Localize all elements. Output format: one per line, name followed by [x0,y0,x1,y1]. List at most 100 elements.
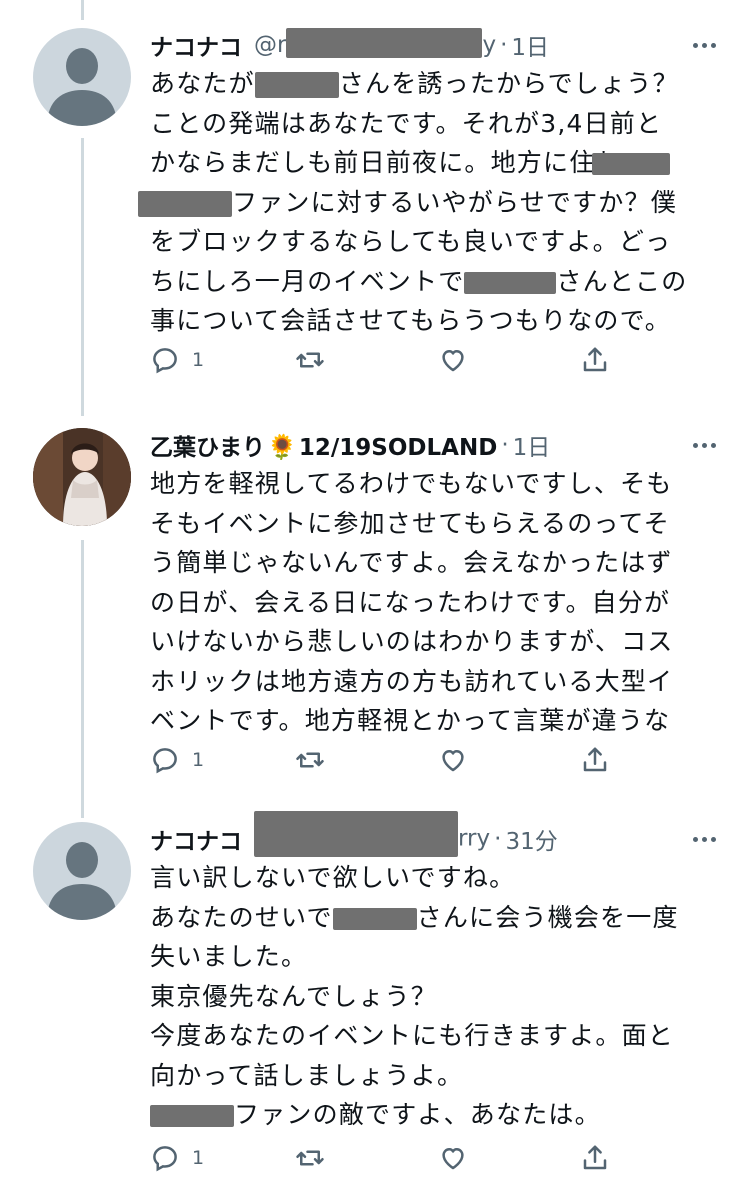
text-line: ちにしろ一月のイベントで さんとこの [150,262,720,302]
text-line: ことの発端はあなたです。それが3,4日前と [150,104,720,144]
text-line: 失いました。 [150,937,720,977]
separator-dot: · [500,32,508,58]
separator-dot: · [501,432,509,458]
action-bar: 1 [150,340,620,380]
retweet-icon [296,352,324,368]
username[interactable]: @r y [254,27,497,58]
text-segment: ファンの敵ですよ、あなたは。 [234,1100,601,1129]
tweet-header: ナコナコ rry · 31分 [150,811,716,857]
reply-count: 1 [192,749,205,771]
display-name[interactable]: 乙葉ひまり🌻12/19SODLAND [150,428,497,462]
reply-count: 1 [192,1147,205,1169]
heart-icon [442,750,464,772]
username[interactable]: rry [254,811,491,857]
redaction [254,72,339,98]
reply-count: 1 [192,349,205,371]
reply-button[interactable]: 1 [150,340,204,380]
retweet-icon [296,752,324,768]
heart-icon [442,350,464,372]
share-button[interactable] [580,740,610,780]
reply-button[interactable]: 1 [150,740,204,780]
retweet-button[interactable] [295,340,337,380]
text-line: の日が、会える日になったわけです。自分が [150,587,671,617]
text-line: 事について会話させてもらうつもりなので。 [150,301,720,341]
tweet[interactable]: 乙葉ひまり🌻12/19SODLAND · 1日 地方を軽視してるわけでもないです… [0,428,740,788]
like-button[interactable] [438,1138,480,1178]
text-line: 地方を軽視してるわけでもないですし、そも [150,469,673,498]
tweet-text: あなたが さんを誘ったからでしょう？ ことの発端はあなたです。それが3,4日前と … [138,64,720,341]
text-segment: 事について会話させてもらうつもりなので。 [150,306,672,335]
text-segment: あなたが [150,69,255,98]
text-line: あなたが さんを誘ったからでしょう？ [150,64,720,104]
more-icon[interactable] [686,430,722,460]
reply-button[interactable]: 1 [150,1138,204,1178]
share-button[interactable] [580,1138,610,1178]
share-icon [583,347,607,372]
share-icon [583,747,607,772]
text-line: そもイベントに参加させてもらえるのってそ [150,508,671,538]
more-icon[interactable] [686,30,722,60]
username-segment: y [482,32,497,58]
redaction [138,190,232,217]
action-bar: 1 [150,740,620,780]
text-segment: ファンに対するいやがらせですか？僕 [232,187,677,217]
sunflower-emoji: 🌻 [267,433,297,461]
text-segment: かならまだしも前日前夜に。地方に住む [150,148,622,177]
text-line: ファンの敵ですよ、あなたは。 [150,1095,720,1135]
action-bar: 1 [150,1138,620,1178]
display-name[interactable]: ナコナコ [150,822,242,856]
text-line: 向かって話しましょうよ。 [150,1056,720,1096]
text-segment: 言い訳しないで欲しいですね。 [150,863,516,892]
retweet-button[interactable] [295,1138,337,1178]
text-segment: さんとこの [556,266,688,296]
text-line: かならまだしも前日前夜に。地方に住む [150,143,720,183]
text-segment: さんを誘ったからでしょう？ [338,69,679,98]
reply-icon [153,348,177,374]
avatar[interactable] [33,428,131,526]
text-line: ホリックは地方遠方の方も訪れている大型イ [150,666,674,696]
text-line: 言い訳しないで欲しいですね。 [150,858,720,898]
text-line: 東京優先なんでしょう？ [150,977,720,1017]
text-segment: 失いました。 [150,942,308,971]
separator-dot: · [494,826,502,852]
redaction [332,907,417,930]
profile-photo-icon [33,428,131,526]
default-avatar-icon [47,48,117,126]
text-segment: 今度あなたのイベントにも行きますよ。面と [150,1021,675,1050]
text-segment: ことの発端はあなたです。それが3,4日前と [150,108,663,138]
tweet-header: 乙葉ひまり🌻12/19SODLAND · 1日 [150,428,716,462]
text-line: あなたのせいで さんに会う機会を一度 [150,898,720,938]
username-segment: rry [458,825,491,852]
tweet-text: 言い訳しないで欲しいですね。 あなたのせいで さんに会う機会を一度 失いました。 … [150,858,720,1135]
text-segment: 東京優先なんでしょう？ [150,981,437,1011]
retweet-icon [296,1150,324,1166]
text-segment: さんに会う機会を一度 [416,902,679,932]
text-line: う簡単じゃないんですよ。会えなかったはず [150,548,673,577]
timestamp[interactable]: 1日 [513,428,551,462]
timestamp[interactable]: 1日 [511,28,549,62]
tweet-header: ナコナコ @r y · 1日 [150,27,716,62]
text-segment: ちにしろ一月のイベントで [150,266,465,296]
tweet-text: 地方を軽視してるわけでもないですし、そも そもイベントに参加させてもらえるのって… [150,464,720,741]
share-button[interactable] [580,340,610,380]
text-line: をブロックするならしても良いですよ。どっ [150,222,720,262]
retweet-button[interactable] [295,740,337,780]
tweet[interactable]: ナコナコ rry · 31分 言い訳しないで欲しいですね。 あなたのせいで さんに… [0,811,740,1182]
redaction [464,271,557,294]
like-button[interactable] [438,740,480,780]
more-icon[interactable] [686,824,722,854]
text-line: 今度あなたのイベントにも行きますよ。面と [150,1016,720,1056]
avatar[interactable] [33,28,131,126]
tweet[interactable]: ナコナコ @r y · 1日 あなたが さんを誘ったからでしょう？ ことの発端はあな… [0,27,740,388]
text-line: いけないから悲しいのはわかりますが、コス [150,627,674,656]
display-name[interactable]: ナコナコ [150,28,242,62]
display-name-segment: 乙葉ひまり [150,435,265,461]
text-segment: 向かって話しましょうよ。 [150,1060,464,1090]
avatar[interactable] [33,822,131,920]
thread-line-1 [81,0,84,20]
like-button[interactable] [438,340,480,380]
share-icon [583,1145,607,1170]
text-segment: あなたのせいで [150,902,333,932]
timestamp[interactable]: 31分 [505,822,557,856]
redaction [254,811,458,857]
